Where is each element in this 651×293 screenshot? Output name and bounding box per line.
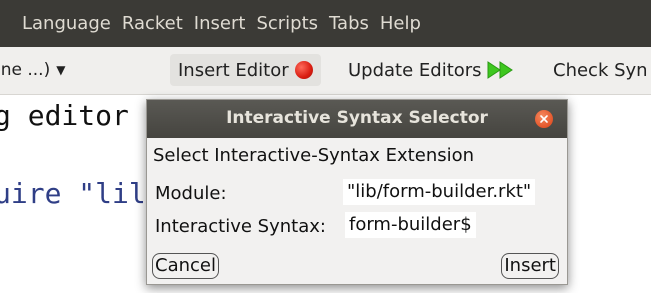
interactive-syntax-dialog: Interactive Syntax Selector Select Inter…: [146, 99, 568, 285]
menu-scripts[interactable]: Scripts: [256, 13, 318, 34]
fast-forward-icon: [486, 60, 516, 80]
menu-bar: Language Racket Insert Scripts Tabs Help: [0, 0, 651, 47]
insert-button[interactable]: Insert: [501, 253, 559, 279]
insert-editor-button[interactable]: Insert Editor: [170, 54, 321, 86]
code-line: g editor: [0, 99, 129, 132]
dialog-titlebar[interactable]: Interactive Syntax Selector: [147, 100, 567, 138]
dialog-body: Select Interactive-Syntax Extension Modu…: [147, 138, 567, 284]
language-dropdown[interactable]: ine ...) ▼: [0, 54, 65, 86]
insert-editor-label: Insert Editor: [178, 59, 289, 81]
update-editors-label: Update Editors: [348, 59, 482, 81]
cancel-button[interactable]: Cancel: [152, 253, 219, 279]
menu-tabs[interactable]: Tabs: [329, 13, 369, 34]
module-field[interactable]: "lib/form-builder.rkt": [343, 179, 536, 205]
close-button[interactable]: [535, 110, 553, 128]
dialog-title: Interactive Syntax Selector: [226, 108, 488, 128]
interactive-syntax-label: Interactive Syntax:: [155, 216, 326, 237]
check-syntax-button[interactable]: Check Syn: [553, 54, 648, 86]
record-dot-icon: [294, 61, 313, 79]
module-label: Module:: [155, 183, 227, 204]
check-syntax-label: Check Syn: [553, 59, 648, 81]
toolbar: ine ...) ▼ Insert Editor Update Editors …: [0, 47, 651, 95]
language-dropdown-label: ine ...): [0, 60, 51, 80]
interactive-syntax-field[interactable]: form-builder$: [345, 212, 476, 238]
update-editors-button[interactable]: Update Editors: [348, 54, 516, 86]
menu-language[interactable]: Language: [22, 13, 111, 34]
menu-help[interactable]: Help: [380, 13, 421, 34]
menu-insert[interactable]: Insert: [194, 13, 246, 34]
close-icon: [540, 115, 548, 123]
caret-down-icon: ▼: [56, 63, 66, 77]
code-line: uire "lil: [0, 177, 146, 210]
menu-racket[interactable]: Racket: [122, 13, 183, 34]
dialog-heading: Select Interactive-Syntax Extension: [153, 145, 475, 166]
